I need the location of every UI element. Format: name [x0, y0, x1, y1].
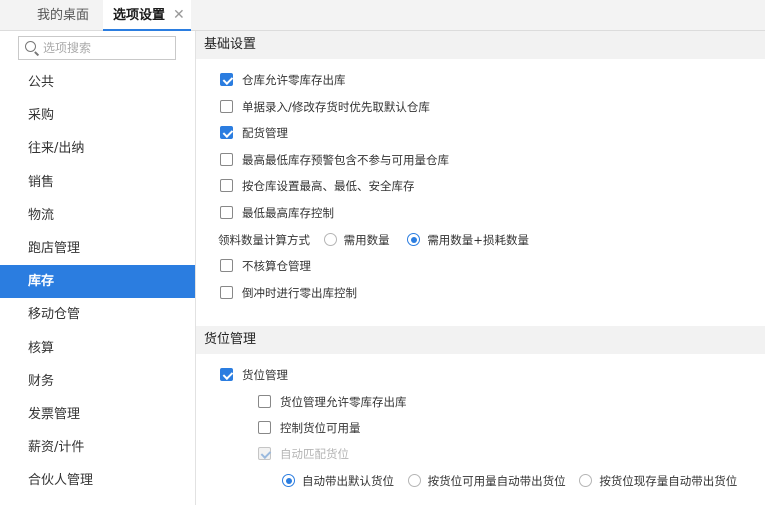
location-radio-row: 自动带出默认货位 按货位可用量自动带出货位 按货位现存量自动带出货位 — [282, 471, 747, 491]
calc-method-label: 领料数量计算方式 — [218, 233, 310, 247]
checkbox[interactable] — [220, 179, 233, 192]
search-box — [18, 36, 176, 60]
radio-by-available-qty[interactable]: 按货位可用量自动带出货位 — [407, 471, 566, 491]
option-label: 不核算仓管理 — [242, 259, 311, 273]
sidebar-item-accounts[interactable]: 往来/出纳 — [0, 132, 195, 165]
option-label: 仓库允许零库存出库 — [242, 73, 346, 87]
option-label: 配货管理 — [242, 126, 288, 140]
radio-label: 需用数量 — [343, 233, 390, 247]
search-icon — [25, 41, 36, 52]
radio-label: 按货位现存量自动带出货位 — [599, 474, 738, 488]
radio-label: 需用数量+损耗数量 — [427, 233, 529, 247]
checkbox[interactable] — [220, 100, 233, 113]
option-no-costing-warehouse[interactable]: 不核算仓管理 — [220, 256, 311, 276]
tab-bar: 我的桌面 选项设置 ✕ — [0, 0, 765, 31]
sidebar-item-sales[interactable]: 销售 — [0, 166, 195, 199]
sidebar-item-inventory[interactable]: 库存 — [0, 265, 195, 299]
option-label: 倒冲时进行零出库控制 — [242, 286, 357, 300]
sidebar-item-mobile-warehouse[interactable]: 移动仓管 — [0, 298, 195, 331]
settings-panel: 基础设置 仓库允许零库存出库 单据录入/修改存货时优先取默认仓库 配货管理 最高… — [196, 31, 765, 505]
option-distribution-management[interactable]: 配货管理 — [220, 123, 288, 143]
option-stock-warning[interactable]: 最高最低库存预警包含不参与可用量仓库 — [220, 150, 449, 170]
option-auto-match-location: 自动匹配货位 — [258, 444, 349, 464]
search-input[interactable] — [43, 39, 171, 57]
tab-options-settings[interactable]: 选项设置 ✕ — [103, 0, 191, 31]
checkbox[interactable] — [258, 421, 271, 434]
option-warehouse-limits[interactable]: 按仓库设置最高、最低、安全库存 — [220, 176, 415, 196]
checkbox[interactable] — [220, 206, 233, 219]
radio-required-plus-loss[interactable]: 需用数量+损耗数量 — [407, 230, 529, 250]
sidebar-item-logistics[interactable]: 物流 — [0, 199, 195, 232]
checkbox — [258, 447, 271, 460]
section-header-location: 货位管理 — [196, 326, 765, 354]
sidebar-item-costing[interactable]: 核算 — [0, 332, 195, 365]
sidebar: 公共 采购 往来/出纳 销售 物流 跑店管理 库存 移动仓管 核算 财务 发票管… — [0, 31, 196, 505]
checkbox[interactable] — [258, 395, 271, 408]
checkbox[interactable] — [220, 73, 233, 86]
checkbox[interactable] — [220, 368, 233, 381]
sidebar-item-public[interactable]: 公共 — [0, 66, 195, 99]
radio[interactable] — [323, 233, 337, 246]
radio[interactable] — [407, 474, 421, 487]
radio[interactable] — [579, 474, 593, 487]
section-header-basic: 基础设置 — [196, 31, 765, 59]
option-label: 最高最低库存预警包含不参与可用量仓库 — [242, 153, 449, 167]
option-control-location-qty[interactable]: 控制货位可用量 — [258, 418, 361, 438]
option-allow-zero-stock[interactable]: 仓库允许零库存出库 — [220, 70, 346, 90]
radio-auto-default-location[interactable]: 自动带出默认货位 — [282, 471, 394, 491]
sidebar-item-finance[interactable]: 财务 — [0, 365, 195, 398]
sidebar-item-payroll[interactable]: 薪资/计件 — [0, 431, 195, 464]
calc-method-row: 领料数量计算方式 需用数量 需用数量+损耗数量 — [218, 230, 539, 250]
option-label: 单据录入/修改存货时优先取默认仓库 — [242, 100, 430, 114]
radio-by-onhand-qty[interactable]: 按货位现存量自动带出货位 — [579, 471, 737, 491]
tab-label: 选项设置 — [113, 8, 166, 23]
radio-label: 按货位可用量自动带出货位 — [427, 474, 566, 488]
option-label: 货位管理 — [242, 368, 288, 382]
checkbox[interactable] — [220, 259, 233, 272]
checkbox[interactable] — [220, 126, 233, 139]
option-default-warehouse[interactable]: 单据录入/修改存货时优先取默认仓库 — [220, 97, 430, 117]
option-min-max-control[interactable]: 最低最高库存控制 — [220, 203, 334, 223]
option-location-zero-stock[interactable]: 货位管理允许零库存出库 — [258, 392, 407, 412]
close-icon[interactable]: ✕ — [173, 7, 185, 23]
checkbox[interactable] — [220, 286, 233, 299]
tab-my-desktop[interactable]: 我的桌面 — [37, 0, 89, 31]
sidebar-nav: 公共 采购 往来/出纳 销售 物流 跑店管理 库存 移动仓管 核算 财务 发票管… — [0, 66, 195, 497]
option-label: 自动匹配货位 — [280, 447, 349, 461]
sidebar-item-invoice[interactable]: 发票管理 — [0, 398, 195, 431]
option-label: 最低最高库存控制 — [242, 206, 334, 220]
option-label: 控制货位可用量 — [280, 421, 361, 435]
option-label: 按仓库设置最高、最低、安全库存 — [242, 179, 415, 193]
option-label: 货位管理允许零库存出库 — [280, 395, 407, 409]
radio-label: 自动带出默认货位 — [302, 474, 394, 488]
option-backflush-control[interactable]: 倒冲时进行零出库控制 — [220, 283, 357, 303]
radio[interactable] — [282, 474, 295, 487]
sidebar-item-partner[interactable]: 合伙人管理 — [0, 464, 195, 497]
sidebar-item-store-visits[interactable]: 跑店管理 — [0, 232, 195, 265]
sidebar-item-purchase[interactable]: 采购 — [0, 99, 195, 132]
checkbox[interactable] — [220, 153, 233, 166]
option-location-management[interactable]: 货位管理 — [220, 365, 288, 385]
radio[interactable] — [407, 233, 421, 246]
radio-required-qty[interactable]: 需用数量 — [323, 230, 390, 250]
